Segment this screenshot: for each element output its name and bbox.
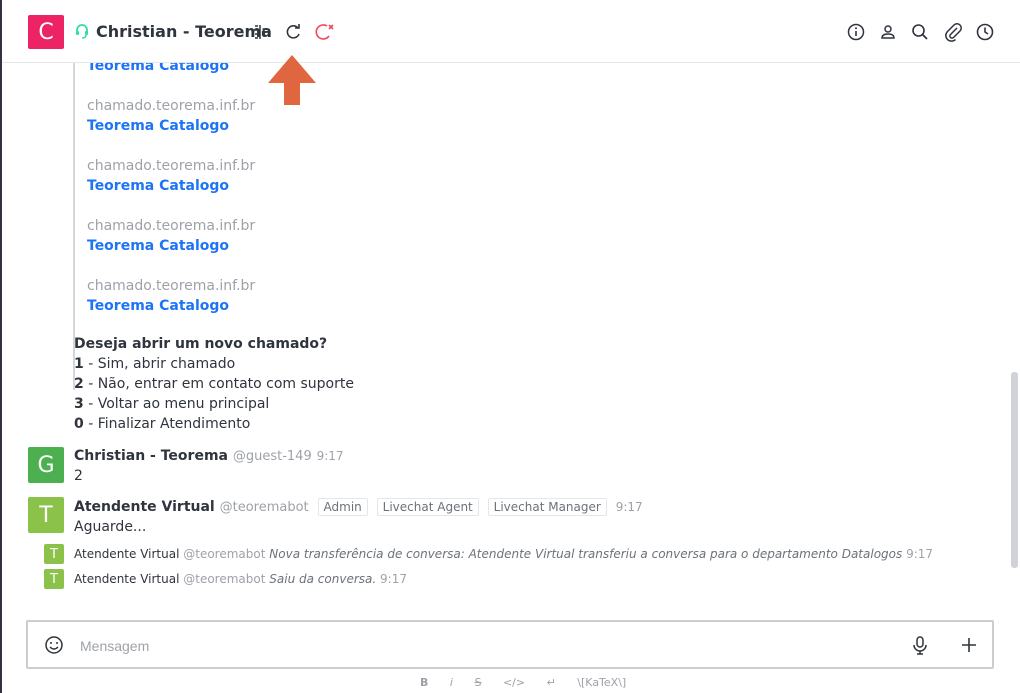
- message-header: Christian - Teorema @guest-149 9:17: [74, 448, 344, 464]
- menu-option: 2 - Não, entrar em contato com suporte: [74, 376, 354, 392]
- katex-button[interactable]: \[KaTeX\]: [577, 676, 626, 689]
- close-chat-icon[interactable]: [315, 22, 335, 42]
- avatar[interactable]: G: [28, 447, 64, 483]
- arrow-up-icon: [266, 53, 318, 111]
- history-clock-icon[interactable]: [975, 22, 995, 42]
- link-preview-title[interactable]: Teorema Catalogo: [87, 178, 229, 194]
- menu-option: 1 - Sim, abrir chamado: [74, 356, 236, 372]
- user-info-icon[interactable]: [878, 22, 898, 42]
- message-text: 2: [74, 468, 83, 484]
- link-preview-title[interactable]: Teorema Catalogo: [87, 118, 229, 134]
- message-handle: @guest-149: [232, 449, 312, 464]
- emoji-icon[interactable]: [44, 635, 64, 659]
- room-avatar[interactable]: C: [28, 15, 64, 49]
- avatar[interactable]: T: [44, 544, 64, 564]
- message-header: Atendente Virtual @teoremabot Admin Live…: [74, 498, 643, 516]
- bold-button[interactable]: B: [420, 676, 428, 689]
- role-badge: Livechat Manager: [487, 498, 607, 516]
- room-title: Christian - Teorema: [96, 22, 272, 41]
- avatar[interactable]: T: [44, 569, 64, 589]
- link-preview-title[interactable]: Teorema Catalogo: [87, 63, 229, 74]
- link-preview-host: chamado.teorema.inf.br: [87, 158, 256, 174]
- link-preview-title[interactable]: Teorema Catalogo: [87, 298, 229, 314]
- message-time: 9:17: [615, 500, 643, 514]
- forward-chat-icon[interactable]: [284, 22, 304, 42]
- system-message: Atendente Virtual @teoremabot Nova trans…: [74, 547, 934, 561]
- system-message: Atendente Virtual @teoremabot Saiu da co…: [74, 572, 407, 586]
- message-input[interactable]: [78, 634, 882, 658]
- microphone-icon[interactable]: [910, 635, 930, 659]
- room-header: C Christian - Teorema: [2, 0, 1020, 63]
- formatting-toolbar: B i S </> ↵ \[KaTeX\]: [420, 676, 644, 689]
- link-preview-title[interactable]: Teorema Catalogo: [87, 238, 229, 254]
- link-preview-host: chamado.teorema.inf.br: [87, 98, 256, 114]
- message-handle: @teoremabot: [219, 500, 309, 515]
- message-composer: [26, 620, 994, 669]
- messages-list[interactable]: Teorema Catalogo chamado.teorema.inf.br …: [2, 63, 1010, 603]
- menu-option: 0 - Finalizar Atendimento: [74, 416, 251, 432]
- newline-button[interactable]: ↵: [547, 676, 556, 689]
- headset-icon: [74, 23, 90, 43]
- move-queue-icon[interactable]: [252, 22, 272, 42]
- message-username[interactable]: Atendente Virtual: [74, 499, 215, 515]
- italic-button[interactable]: i: [450, 676, 453, 689]
- code-button[interactable]: </>: [503, 676, 525, 689]
- role-badge: Livechat Agent: [376, 498, 479, 516]
- menu-question: Deseja abrir um novo chamado?: [74, 336, 328, 352]
- message-time: 9:17: [316, 449, 344, 463]
- link-preview-host: chamado.teorema.inf.br: [87, 278, 256, 294]
- info-icon[interactable]: [846, 22, 866, 42]
- attachment-icon[interactable]: [943, 22, 963, 42]
- avatar[interactable]: T: [28, 497, 64, 533]
- scrollbar-thumb[interactable]: [1011, 372, 1018, 568]
- menu-option: 3 - Voltar ao menu principal: [74, 396, 270, 412]
- search-icon[interactable]: [910, 22, 930, 42]
- message-text: Aguarde...: [74, 519, 147, 535]
- link-preview-host: chamado.teorema.inf.br: [87, 218, 256, 234]
- message-username[interactable]: Christian - Teorema: [74, 448, 228, 464]
- plus-icon[interactable]: [959, 635, 979, 659]
- role-badge: Admin: [317, 498, 368, 516]
- strike-button[interactable]: S: [474, 676, 481, 689]
